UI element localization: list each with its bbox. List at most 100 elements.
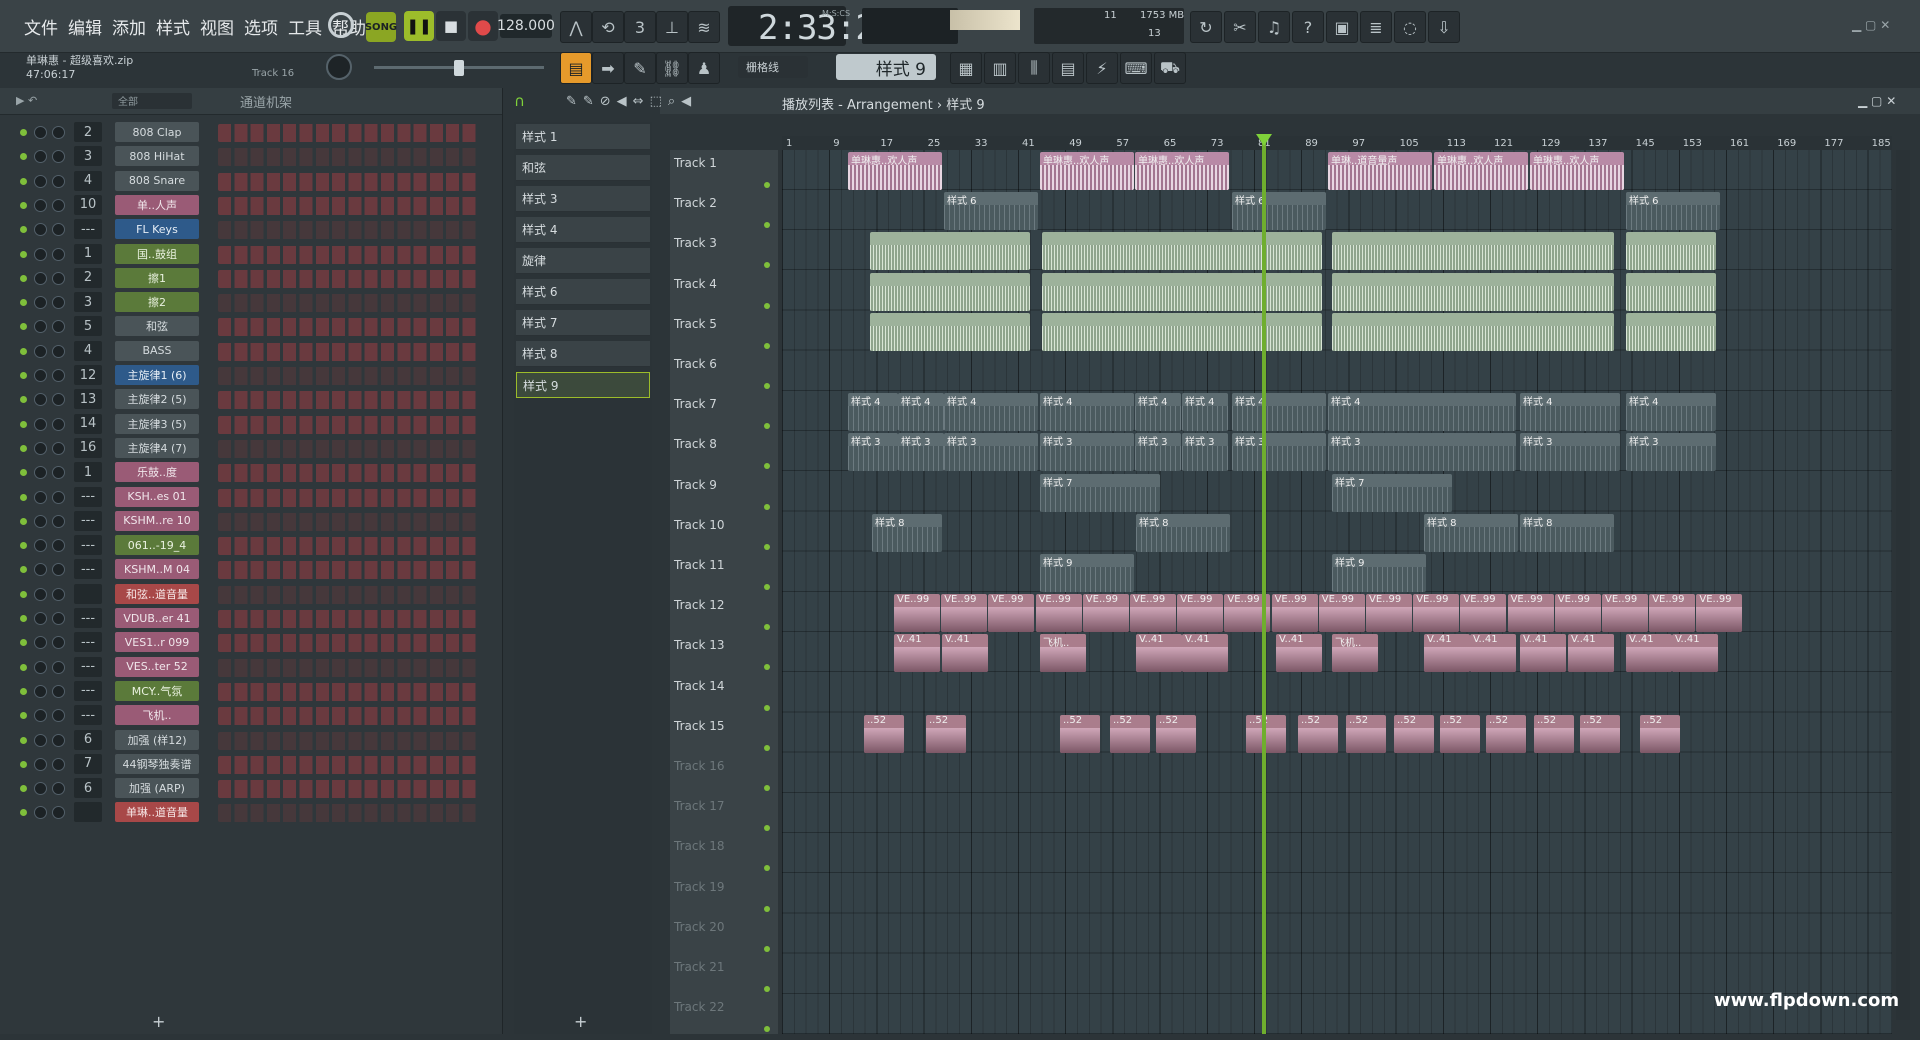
- playlist-clip[interactable]: [870, 272, 1030, 311]
- tempo-display[interactable]: 128.000: [497, 14, 555, 38]
- draw-button[interactable]: ✎: [624, 52, 656, 84]
- channel-name-button[interactable]: 808 Snare: [115, 170, 199, 191]
- step-sequencer[interactable]: [218, 294, 478, 313]
- master-volume-knob[interactable]: [328, 12, 354, 38]
- step-sequencer[interactable]: [218, 634, 478, 653]
- pitch-knob[interactable]: [326, 54, 352, 80]
- channel-row[interactable]: 14 主旋律3 (5): [14, 412, 484, 438]
- playlist-clip[interactable]: ..52: [1640, 714, 1680, 753]
- volume-knob[interactable]: [52, 709, 65, 723]
- mixer-track-number[interactable]: 2: [74, 122, 102, 142]
- undo-button[interactable]: ↻: [1190, 11, 1222, 43]
- step-sequencer[interactable]: [218, 342, 478, 361]
- channel-name-button[interactable]: 擦2: [115, 292, 199, 313]
- plugin-picker-button[interactable]: ⚡: [1086, 52, 1118, 84]
- playlist-clip[interactable]: 样式 4: [848, 393, 898, 432]
- channel-led[interactable]: [20, 323, 27, 331]
- track-enable-led[interactable]: [764, 945, 770, 952]
- channel-rack-button[interactable]: ▥: [984, 52, 1016, 84]
- playlist-clip[interactable]: ..52: [1298, 714, 1338, 753]
- mixer-track-number[interactable]: 16: [74, 437, 102, 458]
- playlist-clip[interactable]: V..41: [1424, 634, 1470, 673]
- channel-name-button[interactable]: KSH..es 01: [115, 486, 199, 507]
- channel-row[interactable]: 2 擦1: [14, 266, 484, 292]
- volume-knob[interactable]: [52, 441, 65, 455]
- playlist-clip[interactable]: V..41: [1136, 634, 1182, 673]
- playlist-view-button[interactable]: ▤: [560, 52, 592, 84]
- volume-knob[interactable]: [52, 490, 65, 504]
- countdown-button[interactable]: 3: [624, 11, 656, 43]
- channel-row[interactable]: --- VDUB..er 41: [14, 606, 484, 632]
- playlist-clip[interactable]: 样式 3: [848, 433, 898, 472]
- channel-led[interactable]: [20, 785, 27, 793]
- channel-name-button[interactable]: 加强 (ARP): [115, 778, 199, 799]
- step-sequencer[interactable]: [218, 415, 478, 434]
- volume-knob[interactable]: [52, 466, 65, 480]
- pan-knob[interactable]: [34, 417, 47, 431]
- playlist-clip[interactable]: ..52: [926, 714, 966, 753]
- playlist-clip[interactable]: V..41: [1626, 634, 1672, 673]
- channel-name-button[interactable]: VES..ter 52: [115, 656, 199, 677]
- volume-knob[interactable]: [52, 223, 65, 237]
- menu-edit[interactable]: 编辑: [68, 14, 102, 39]
- channel-led[interactable]: [20, 153, 27, 161]
- channel-led[interactable]: [20, 177, 27, 185]
- track-label[interactable]: Track 16: [674, 759, 776, 773]
- blend-notes-button[interactable]: ≋: [688, 11, 720, 43]
- volume-knob[interactable]: [52, 539, 65, 553]
- playlist-clip[interactable]: V..41: [1672, 634, 1718, 673]
- mixer-track-number[interactable]: ---: [74, 510, 102, 531]
- volume-knob[interactable]: [52, 320, 65, 334]
- pan-knob[interactable]: [34, 466, 47, 480]
- pattern-item[interactable]: 样式 7: [516, 310, 650, 336]
- step-sequencer[interactable]: [218, 464, 478, 483]
- mixer-track-number[interactable]: 12: [74, 365, 102, 385]
- playlist-clip[interactable]: ..52: [1060, 714, 1100, 753]
- pan-knob[interactable]: [34, 393, 47, 407]
- playlist-clip[interactable]: 样式 8: [1520, 513, 1614, 552]
- pan-knob[interactable]: [34, 174, 47, 188]
- playlist-clip[interactable]: 样式 4: [1232, 393, 1326, 432]
- channel-row[interactable]: 12 主旋律1 (6): [14, 363, 484, 389]
- volume-knob[interactable]: [52, 684, 65, 698]
- news-button[interactable]: ◌: [1394, 11, 1426, 43]
- channel-name-button[interactable]: BASS: [115, 340, 199, 361]
- channel-led[interactable]: [20, 712, 27, 720]
- pattern-item[interactable]: 样式 4: [516, 217, 650, 243]
- stop-button[interactable]: ■: [436, 11, 466, 41]
- track-enable-led[interactable]: [764, 905, 770, 912]
- playhead-marker[interactable]: [1256, 134, 1272, 146]
- track-enable-led[interactable]: [764, 543, 770, 550]
- channel-row[interactable]: --- VES..ter 52: [14, 655, 484, 681]
- track-enable-led[interactable]: [764, 383, 770, 389]
- track-label[interactable]: Track 22: [674, 1000, 776, 1014]
- download-button[interactable]: ⇩: [1428, 11, 1460, 43]
- channel-name-button[interactable]: 44钢琴独奏谱: [115, 753, 199, 774]
- volume-knob[interactable]: [52, 369, 65, 382]
- playlist-clip[interactable]: 单琳惠..欢人声: [1434, 152, 1528, 190]
- pan-knob[interactable]: [34, 660, 47, 674]
- channel-row[interactable]: --- MCY..气氛: [14, 679, 484, 705]
- step-sequencer[interactable]: [218, 755, 478, 774]
- channel-name-button[interactable]: VDUB..er 41: [115, 608, 199, 628]
- channel-row[interactable]: 4 BASS: [14, 339, 484, 365]
- channel-row[interactable]: --- KSHM..M 04: [14, 557, 484, 583]
- menu-tools[interactable]: 工具: [288, 14, 322, 39]
- channel-led[interactable]: [20, 517, 27, 525]
- step-sequencer[interactable]: [218, 610, 478, 628]
- volume-knob[interactable]: [52, 174, 65, 188]
- playlist-clip[interactable]: 样式 4: [1182, 393, 1228, 432]
- pan-knob[interactable]: [34, 539, 47, 553]
- channel-row[interactable]: 2 808 Clap: [14, 120, 484, 146]
- channel-led[interactable]: [20, 226, 27, 234]
- channel-name-button[interactable]: 主旋律1 (6): [115, 365, 199, 385]
- track-label[interactable]: Track 2: [674, 196, 776, 210]
- volume-knob[interactable]: [52, 806, 65, 820]
- playlist-clip[interactable]: ..52: [1110, 714, 1150, 753]
- mixer-track-number[interactable]: ---: [74, 705, 102, 726]
- save-button[interactable]: ▣: [1326, 11, 1358, 43]
- add-pattern-icon[interactable]: +: [574, 1012, 587, 1031]
- channel-row[interactable]: 6 加强 (ARP): [14, 776, 484, 802]
- channel-row[interactable]: 1 国..鼓组: [14, 242, 484, 268]
- mixer-track-number[interactable]: 4: [74, 170, 102, 191]
